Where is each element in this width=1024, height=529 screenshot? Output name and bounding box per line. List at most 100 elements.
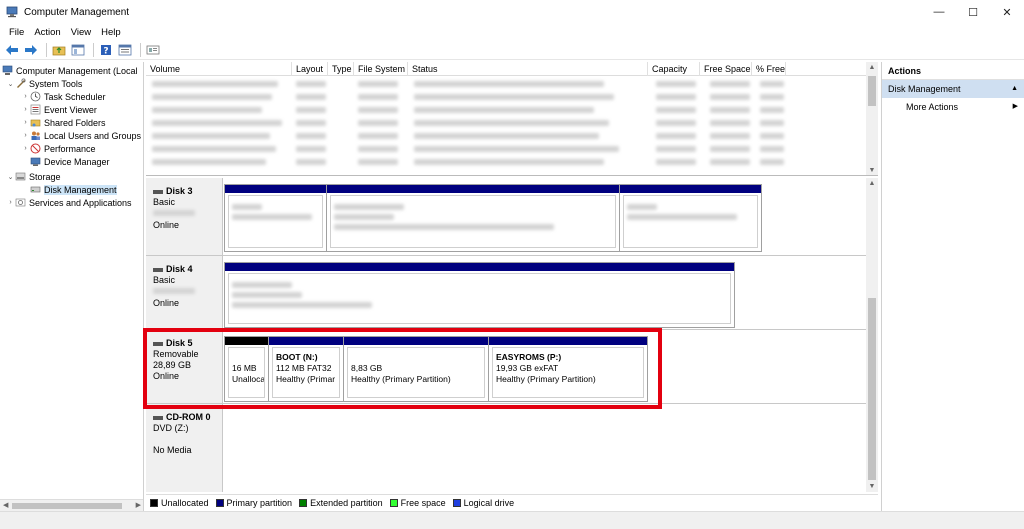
tree-horizontal-scrollbar[interactable]: ◀ ▶ [0, 499, 143, 511]
volume-list: Volume Layout Type File System Status Ca… [146, 62, 878, 176]
chevron-right-icon: ▶ [1012, 103, 1018, 110]
table-row[interactable] [146, 117, 866, 130]
partition-unallocated[interactable]: 16 MB Unalloca [225, 337, 269, 401]
column-capacity[interactable]: Capacity [648, 62, 700, 76]
disk-info[interactable]: Disk 3 Basic Online [146, 178, 223, 255]
disk-row-disk-4: Disk 4 Basic Online [146, 256, 866, 330]
services-icon [15, 197, 26, 208]
scroll-thumb[interactable] [868, 298, 876, 480]
menu-view[interactable]: View [66, 27, 96, 38]
disk-info[interactable]: CD-ROM 0 DVD (Z:) No Media [146, 404, 223, 492]
chevron-down-icon[interactable]: ⌄ [6, 80, 15, 88]
tree-item-shared-folders[interactable]: › Shared Folders [21, 116, 105, 129]
tree-item-root[interactable]: Computer Management (Local [2, 64, 138, 77]
tree-item-performance[interactable]: › Performance [21, 142, 96, 155]
status-bar [0, 511, 1024, 529]
chevron-right-icon[interactable]: › [21, 132, 30, 139]
forward-arrow-icon[interactable] [23, 42, 39, 58]
maximize-button[interactable]: ☐ [956, 0, 990, 24]
toolbar-separator [46, 42, 47, 57]
column-volume[interactable]: Volume [146, 62, 292, 76]
scroll-right-icon[interactable]: ▶ [136, 500, 141, 511]
disk-info[interactable]: Disk 4 Basic Online [146, 256, 223, 329]
console-tree-icon[interactable] [70, 42, 86, 58]
scroll-thumb[interactable] [12, 503, 122, 509]
partition-easyroms[interactable]: EASYROMS (P:) 19,93 GB exFAT Healthy (Pr… [489, 337, 647, 401]
scroll-thumb[interactable] [868, 76, 876, 106]
properties-icon[interactable] [117, 42, 133, 58]
shared-folder-icon [30, 117, 41, 128]
computer-icon [2, 65, 13, 76]
legend-primary-partition: Primary partition [215, 498, 292, 508]
legend-free-space: Free space [389, 498, 446, 508]
menu-help[interactable]: Help [96, 27, 126, 38]
table-row[interactable] [146, 104, 866, 117]
table-row[interactable] [146, 78, 866, 91]
chevron-right-icon[interactable]: › [21, 93, 30, 100]
partition[interactable] [225, 185, 327, 251]
close-button[interactable]: ✕ [990, 0, 1024, 24]
collapse-up-icon[interactable]: ▲ [1011, 80, 1018, 98]
column-free-space[interactable]: Free Space [700, 62, 752, 76]
removable-disk-icon [153, 341, 163, 346]
partition[interactable] [620, 185, 761, 251]
volume-list-scrollbar[interactable]: ▲ ▼ [866, 62, 878, 175]
disk-graphical-view: Disk 3 Basic Online Disk 4 Basic Online … [146, 178, 878, 492]
menu-action[interactable]: Action [29, 27, 65, 38]
column-file-system[interactable]: File System [354, 62, 408, 76]
scroll-down-icon[interactable]: ▼ [866, 483, 878, 490]
disk-view-scrollbar[interactable]: ▲ ▼ [866, 178, 878, 492]
tree-item-disk-management[interactable]: Disk Management [30, 183, 117, 196]
chevron-right-icon[interactable]: › [21, 119, 30, 126]
scroll-down-icon[interactable]: ▼ [866, 167, 878, 174]
table-row[interactable] [146, 130, 866, 143]
event-log-icon [30, 104, 41, 115]
chevron-down-icon[interactable]: ⌄ [6, 173, 15, 181]
help-icon[interactable]: ? [98, 42, 114, 58]
column-type[interactable]: Type [328, 62, 354, 76]
partition-primary[interactable]: 8,83 GB Healthy (Primary Partition) [344, 337, 489, 401]
tree-item-storage[interactable]: ⌄ Storage [6, 170, 61, 183]
tools-icon [15, 78, 26, 89]
partition[interactable] [327, 185, 620, 251]
tree-item-services[interactable]: › Services and Applications [6, 196, 131, 209]
actions-section-disk-management[interactable]: Disk Management ▲ [882, 80, 1024, 98]
view-icon[interactable] [145, 42, 161, 58]
chevron-right-icon[interactable]: › [21, 145, 30, 152]
disk-info[interactable]: Disk 5 Removable 28,89 GB Online [146, 330, 223, 403]
menu-file[interactable]: File [4, 27, 29, 38]
menu-bar: File Action View Help [0, 24, 1024, 40]
chevron-right-icon[interactable]: › [6, 199, 15, 206]
column-status[interactable]: Status [408, 62, 648, 76]
legend-bar: Unallocated Primary partition Extended p… [146, 494, 878, 510]
column-percent-free[interactable]: % Free [752, 62, 786, 76]
clock-icon [30, 91, 41, 102]
disk-row-disk-3: Disk 3 Basic Online [146, 178, 866, 256]
scroll-up-icon[interactable]: ▲ [866, 64, 878, 71]
table-row[interactable] [146, 156, 866, 169]
tree-item-task-scheduler[interactable]: › Task Scheduler [21, 90, 105, 103]
partition-strip: 16 MB Unalloca BOOT (N:) 112 MB FAT32 He… [224, 336, 648, 402]
scroll-up-icon[interactable]: ▲ [866, 180, 878, 187]
up-folder-icon[interactable] [51, 42, 67, 58]
tree-item-local-users[interactable]: › Local Users and Groups [21, 129, 141, 142]
tree-item-system-tools[interactable]: ⌄ System Tools [6, 77, 82, 90]
partition[interactable] [225, 263, 734, 327]
chevron-right-icon[interactable]: › [21, 106, 30, 113]
users-icon [30, 130, 41, 141]
table-row[interactable] [146, 143, 866, 156]
partition-boot[interactable]: BOOT (N:) 112 MB FAT32 Healthy (Primar [269, 337, 344, 401]
table-row[interactable] [146, 91, 866, 104]
tree-item-event-viewer[interactable]: › Event Viewer [21, 103, 97, 116]
more-actions-item[interactable]: More Actions ▶ [882, 98, 1024, 116]
legend-swatch [452, 498, 461, 507]
toolbar-separator [140, 42, 141, 57]
disk-row-disk-5: Disk 5 Removable 28,89 GB Online 16 MB U… [146, 330, 866, 404]
column-layout[interactable]: Layout [292, 62, 328, 76]
tree-item-device-manager[interactable]: Device Manager [30, 155, 110, 168]
minimize-button[interactable]: — [922, 0, 956, 24]
legend-logical-drive: Logical drive [452, 498, 514, 508]
scroll-left-icon[interactable]: ◀ [3, 500, 8, 511]
svg-text:?: ? [103, 46, 108, 56]
back-arrow-icon[interactable] [4, 42, 20, 58]
